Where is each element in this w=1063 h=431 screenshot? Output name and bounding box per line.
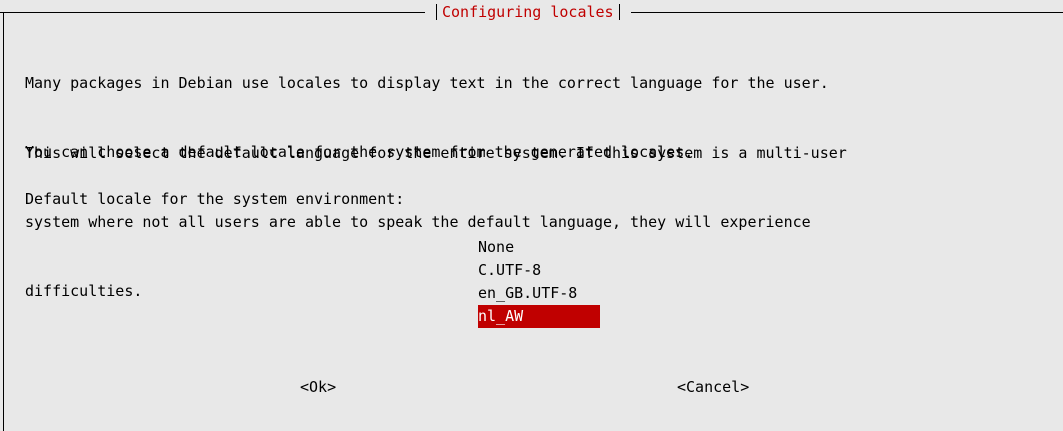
warning-paragraph: This will select the default language fo… [25,96,847,349]
locale-option-en-gb-utf8[interactable]: en_GB.UTF-8 [478,282,600,305]
dialog-title-bar: Configuring locales [425,1,631,23]
warning-line: system where not all users are able to s… [25,213,811,231]
locale-option-none[interactable]: None [478,236,600,259]
warning-line: This will select the default language fo… [25,144,847,162]
dialog-title: Configuring locales [442,3,614,21]
dialog-frame: Configuring locales Many packages in Deb… [0,0,1063,431]
warning-line: difficulties. [25,282,143,300]
locale-option-nl-aw[interactable]: nl_AW [478,305,600,328]
locale-list[interactable]: None C.UTF-8 en_GB.UTF-8 nl_AW [478,236,600,328]
dialog-border-left [3,12,4,431]
title-right-tick [618,4,620,20]
title-left-tick [436,4,437,20]
locale-option-c-utf8[interactable]: C.UTF-8 [478,259,600,282]
ok-button[interactable]: <Ok> [300,376,336,399]
locale-prompt: Default locale for the system environmen… [25,190,405,208]
cancel-button[interactable]: <Cancel> [677,376,749,399]
intro-line: Many packages in Debian use locales to d… [25,74,829,92]
